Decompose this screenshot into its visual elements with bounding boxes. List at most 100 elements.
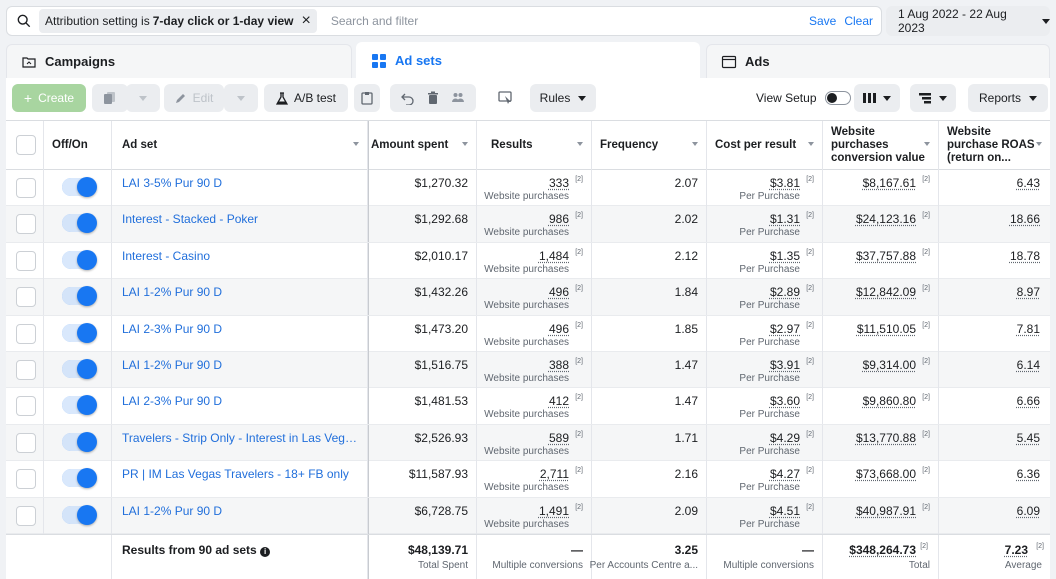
ad-set-name-link[interactable]: LAI 2-3% Pur 90 D	[122, 322, 358, 336]
roas-value[interactable]: 5.45	[1017, 431, 1040, 445]
cost-per-result[interactable]: $3.81	[770, 176, 800, 190]
row-checkbox[interactable]	[16, 250, 36, 271]
create-button[interactable]: + Create	[12, 84, 86, 112]
roas-value[interactable]: 6.66	[1017, 394, 1040, 408]
roas-value[interactable]: 6.36	[1017, 467, 1040, 481]
duplicate-dropdown[interactable]	[126, 84, 160, 112]
ad-set-name-link[interactable]: PR | IM Las Vegas Travelers - 18+ FB onl…	[122, 467, 358, 481]
cost-per-result[interactable]: $2.97	[770, 322, 800, 336]
ad-set-name-link[interactable]: LAI 3-5% Pur 90 D	[122, 176, 358, 190]
roas-value[interactable]: 6.14	[1017, 358, 1040, 372]
table-row[interactable]: LAI 2-3% Pur 90 D $1,473.20 496 [2] Website …	[6, 315, 1050, 352]
header-ad-set[interactable]: Ad set	[112, 121, 368, 170]
results-value[interactable]: 412	[549, 394, 569, 408]
tab-ads[interactable]: Ads	[706, 44, 1050, 78]
header-amount-spent[interactable]: Amount spent	[368, 121, 477, 170]
reports-button[interactable]: Reports	[968, 84, 1048, 112]
header-results[interactable]: Results	[477, 121, 592, 170]
results-value[interactable]: 496	[549, 285, 569, 299]
results-value[interactable]: 388	[549, 358, 569, 372]
rules-button[interactable]: Rules	[530, 84, 596, 112]
results-value[interactable]: 589	[549, 431, 569, 445]
table-row[interactable]: LAI 1-2% Pur 90 D $6,728.75 1,491 [2] Websit…	[6, 497, 1050, 534]
preview-button[interactable]	[490, 84, 522, 112]
results-value[interactable]: 1,484	[539, 249, 569, 263]
columns-button[interactable]	[854, 84, 900, 112]
info-icon[interactable]: i	[260, 547, 271, 557]
undo-icon[interactable]	[401, 91, 415, 105]
results-value[interactable]: 496	[549, 322, 569, 336]
results-value[interactable]: 1,491	[539, 504, 569, 518]
tab-ad-sets[interactable]: Ad sets	[356, 42, 700, 78]
table-row[interactable]: LAI 3-5% Pur 90 D $1,270.32 333 [2] Website …	[6, 170, 1050, 207]
ad-set-name-link[interactable]: LAI 2-3% Pur 90 D	[122, 394, 358, 408]
totals-roas[interactable]: 7.23	[1005, 543, 1028, 557]
row-checkbox[interactable]	[16, 432, 36, 453]
roas-value[interactable]: 6.43	[1017, 176, 1040, 190]
cost-per-result[interactable]: $4.51	[770, 504, 800, 518]
row-checkbox[interactable]	[16, 505, 36, 526]
cost-per-result[interactable]: $1.31	[770, 212, 800, 226]
table-row[interactable]: PR | IM Las Vegas Travelers - 18+ FB onl…	[6, 461, 1050, 498]
clipboard-button[interactable]	[354, 84, 380, 112]
conversion-value[interactable]: $9,860.80	[863, 394, 916, 408]
ad-set-name-link[interactable]: LAI 1-2% Pur 90 D	[122, 285, 358, 299]
table-row[interactable]: LAI 2-3% Pur 90 D $1,481.53 412 [2] Website …	[6, 388, 1050, 425]
close-icon[interactable]: ×	[301, 13, 310, 29]
table-row[interactable]: Interest - Casino $2,010.17 1,484 [2] Websit…	[6, 242, 1050, 280]
conversion-value[interactable]: $37,757.88	[856, 249, 916, 263]
view-setup-toggle[interactable]	[824, 91, 851, 105]
header-roas[interactable]: Website purchase ROAS (return on...	[939, 121, 1050, 170]
header-frequency[interactable]: Frequency	[592, 121, 707, 170]
results-value[interactable]: 333	[549, 176, 569, 190]
results-value[interactable]: 986	[549, 212, 569, 226]
conversion-value[interactable]: $13,770.88	[856, 431, 916, 445]
date-range-picker[interactable]: 1 Aug 2022 - 22 Aug 2023	[886, 6, 1050, 36]
header-cost-per-result[interactable]: Cost per result	[707, 121, 823, 170]
save-filter-link[interactable]: Save	[809, 14, 836, 28]
duplicate-button[interactable]	[92, 84, 128, 112]
attribution-filter-chip[interactable]: Attribution setting is 7-day click or 1-…	[39, 9, 317, 33]
header-off-on[interactable]: Off/On	[44, 121, 112, 170]
table-row[interactable]: Interest - Stacked - Poker $1,292.68 986 [2…	[6, 206, 1050, 243]
conversion-value[interactable]: $24,123.16	[856, 212, 916, 226]
conversion-value[interactable]: $40,987.91	[856, 504, 916, 518]
trash-icon[interactable]	[427, 91, 439, 105]
roas-value[interactable]: 18.66	[1010, 212, 1040, 226]
roas-value[interactable]: 18.78	[1010, 249, 1040, 263]
table-row[interactable]: LAI 1-2% Pur 90 D $1,432.26 496 [2] Website …	[6, 279, 1050, 316]
select-all-checkbox[interactable]	[16, 135, 36, 155]
ad-set-name-link[interactable]: LAI 1-2% Pur 90 D	[122, 504, 358, 518]
totals-value[interactable]: $348,264.73	[849, 543, 916, 557]
row-checkbox[interactable]	[16, 323, 36, 344]
cost-per-result[interactable]: $1.35	[770, 249, 800, 263]
table-row[interactable]: LAI 1-2% Pur 90 D $1,516.75 388 [2] Website …	[6, 352, 1050, 389]
clear-filter-link[interactable]: Clear	[844, 14, 873, 28]
cost-per-result[interactable]: $4.27	[770, 467, 800, 481]
roas-value[interactable]: 6.09	[1017, 504, 1040, 518]
results-value[interactable]: 2,711	[540, 467, 569, 481]
conversion-value[interactable]: $9,314.00	[863, 358, 916, 372]
people-icon[interactable]	[451, 92, 465, 104]
header-conversion-value[interactable]: Website purchases conversion value	[823, 121, 939, 170]
edit-dropdown[interactable]	[224, 84, 258, 112]
cost-per-result[interactable]: $3.60	[770, 394, 800, 408]
row-checkbox[interactable]	[16, 469, 36, 490]
row-checkbox[interactable]	[16, 396, 36, 417]
ad-set-name-link[interactable]: Interest - Casino	[122, 249, 358, 263]
ad-set-name-link[interactable]: LAI 1-2% Pur 90 D	[122, 358, 358, 372]
roas-value[interactable]: 8.97	[1017, 285, 1040, 299]
row-checkbox[interactable]	[16, 360, 36, 380]
roas-value[interactable]: 7.81	[1017, 322, 1040, 336]
ad-set-name-link[interactable]: Interest - Stacked - Poker	[122, 212, 358, 226]
row-checkbox[interactable]	[16, 178, 36, 198]
cost-per-result[interactable]: $3.91	[770, 358, 800, 372]
conversion-value[interactable]: $11,510.05	[857, 322, 916, 336]
search-input[interactable]	[330, 14, 809, 28]
edit-button[interactable]: Edit	[164, 84, 224, 112]
breakdown-button[interactable]	[910, 84, 956, 112]
cost-per-result[interactable]: $2.89	[770, 285, 800, 299]
tab-campaigns[interactable]: Campaigns	[6, 44, 352, 78]
conversion-value[interactable]: $73,668.00	[856, 467, 916, 481]
ab-test-button[interactable]: A/B test	[264, 84, 348, 112]
